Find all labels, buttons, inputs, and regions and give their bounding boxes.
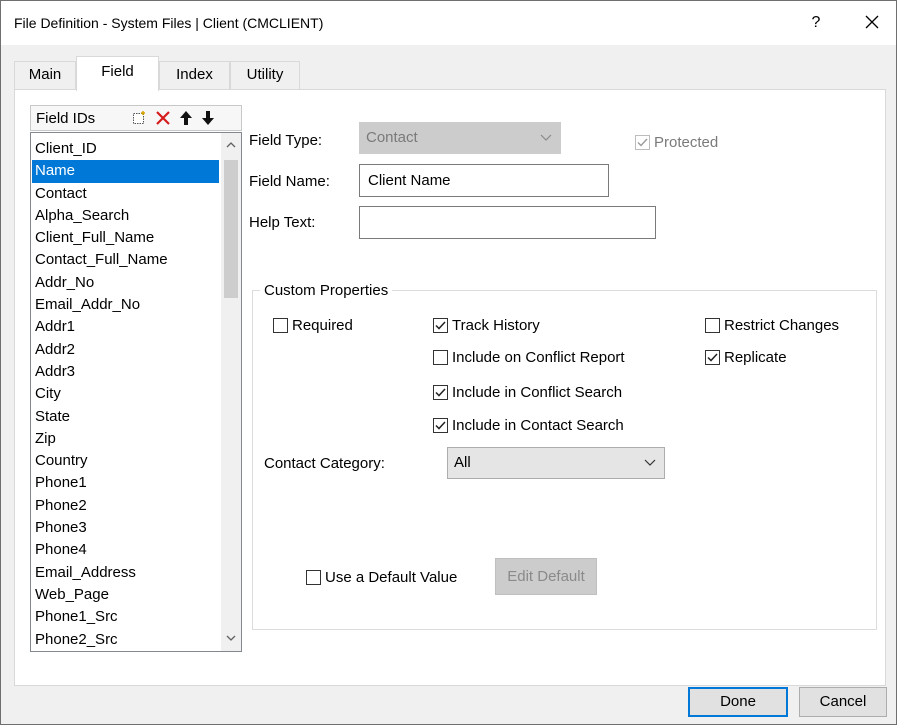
include-conflict-report-label: Include on Conflict Report (452, 349, 625, 366)
close-icon (865, 15, 879, 29)
help-text-input[interactable] (359, 206, 656, 239)
include-contact-search-check-box[interactable] (433, 418, 448, 433)
include-conflict-search-label: Include in Conflict Search (452, 384, 623, 401)
field-ids-items: Client_ID Name Contact Alpha_Search Client_F… (32, 138, 219, 651)
list-item[interactable]: Email_Address (32, 562, 219, 584)
list-item[interactable]: Contact (32, 183, 219, 205)
checkmark-icon (435, 321, 446, 330)
cancel-button[interactable]: Cancel (799, 687, 887, 717)
use-default-value-label: Use a Default Value (325, 569, 458, 586)
replicate-check-box[interactable] (705, 350, 720, 365)
list-item[interactable]: Client_ID (32, 138, 219, 160)
list-item[interactable]: City (32, 383, 219, 405)
list-item[interactable]: Phone1 (32, 472, 219, 494)
arrow-down-icon[interactable] (198, 107, 218, 129)
scroll-down-arrow[interactable] (221, 629, 241, 649)
chevron-down-icon (226, 635, 236, 641)
contact-category-label: Contact Category: (264, 455, 385, 472)
required-check-box[interactable] (273, 318, 288, 333)
list-item[interactable]: Alpha_Search (32, 205, 219, 227)
chevron-down-icon (644, 454, 656, 470)
required-label: Required (292, 317, 353, 334)
track-history-checkbox[interactable]: Track History (433, 317, 540, 334)
protected-label: Protected (654, 134, 719, 151)
field-name-label: Field Name: (249, 173, 330, 190)
file-definition-dialog: File Definition - System Files | Client … (0, 0, 897, 725)
tab-main[interactable]: Main (14, 61, 76, 89)
field-ids-list[interactable]: Client_ID Name Contact Alpha_Search Client_F… (30, 132, 242, 652)
list-item[interactable]: Phone3 (32, 517, 219, 539)
help-text-label: Help Text: (249, 214, 316, 231)
field-ids-header: Field IDs (30, 105, 242, 131)
list-item[interactable]: Client_Full_Name (32, 227, 219, 249)
field-list-scrollbar[interactable] (221, 133, 241, 651)
contact-category-value: All (454, 454, 471, 471)
new-field-icon[interactable] (129, 107, 149, 129)
restrict-changes-check-box[interactable] (705, 318, 720, 333)
list-item[interactable]: Country (32, 450, 219, 472)
use-default-value-check-box[interactable] (306, 570, 321, 585)
replicate-checkbox[interactable]: Replicate (705, 349, 787, 366)
restrict-changes-checkbox[interactable]: Restrict Changes (705, 317, 839, 334)
list-item[interactable]: Contact_Full_Name (32, 249, 219, 271)
close-button[interactable] (855, 7, 889, 37)
contact-category-select[interactable]: All (447, 447, 665, 479)
track-history-label: Track History (452, 317, 540, 334)
field-name-field[interactable] (360, 165, 608, 196)
protected-checkbox: Protected (635, 134, 718, 151)
field-ids-label: Field IDs (36, 110, 96, 127)
track-history-check-box[interactable] (433, 318, 448, 333)
chevron-up-icon (226, 142, 236, 148)
protected-check-box (635, 135, 650, 150)
scroll-thumb[interactable] (224, 160, 238, 298)
window-title: File Definition - System Files | Client … (14, 15, 324, 31)
help-button[interactable]: ? (801, 9, 831, 37)
list-item[interactable]: Zip (32, 428, 219, 450)
list-item[interactable]: Phone2_Src (32, 629, 219, 651)
edit-default-button[interactable]: Edit Default (495, 558, 597, 595)
list-item[interactable]: Web_Page (32, 584, 219, 606)
field-name-input[interactable] (359, 164, 609, 197)
scroll-up-arrow[interactable] (221, 136, 241, 156)
include-conflict-report-checkbox[interactable]: Include on Conflict Report (433, 349, 625, 366)
list-item[interactable]: Addr3 (32, 361, 219, 383)
include-conflict-search-check-box[interactable] (433, 385, 448, 400)
title-bar: File Definition - System Files | Client … (1, 1, 896, 45)
required-checkbox[interactable]: Required (273, 317, 353, 334)
tab-utility[interactable]: Utility (230, 61, 300, 89)
field-type-label: Field Type: (249, 132, 323, 149)
custom-properties-title: Custom Properties (260, 282, 393, 299)
chevron-down-icon (540, 129, 552, 145)
field-type-select: Contact (359, 122, 561, 154)
list-item[interactable]: Phone1_Src (32, 606, 219, 628)
list-item[interactable]: Addr_No (32, 272, 219, 294)
help-text-field[interactable] (360, 207, 655, 238)
list-item[interactable]: Addr1 (32, 316, 219, 338)
use-default-value-checkbox[interactable]: Use a Default Value (306, 569, 457, 586)
include-conflict-report-check-box[interactable] (433, 350, 448, 365)
list-item[interactable]: Phone4 (32, 539, 219, 561)
delete-icon[interactable] (153, 107, 173, 129)
list-item[interactable]: Phone2 (32, 495, 219, 517)
list-item[interactable]: State (32, 406, 219, 428)
restrict-changes-label: Restrict Changes (724, 317, 840, 334)
field-type-value: Contact (366, 129, 418, 146)
include-contact-search-checkbox[interactable]: Include in Contact Search (433, 417, 624, 434)
tab-index[interactable]: Index (159, 61, 230, 89)
checkmark-icon (435, 388, 446, 397)
list-item[interactable]: Email_Addr_No (32, 294, 219, 316)
arrow-up-icon[interactable] (176, 107, 196, 129)
replicate-label: Replicate (724, 349, 787, 366)
list-item[interactable]: Addr2 (32, 339, 219, 361)
include-contact-search-label: Include in Contact Search (452, 417, 624, 434)
checkmark-icon (707, 353, 718, 362)
list-item[interactable]: Name (32, 160, 219, 183)
tab-field[interactable]: Field (76, 56, 159, 91)
include-conflict-search-checkbox[interactable]: Include in Conflict Search (433, 384, 622, 401)
done-button[interactable]: Done (688, 687, 788, 717)
checkmark-icon (435, 421, 446, 430)
